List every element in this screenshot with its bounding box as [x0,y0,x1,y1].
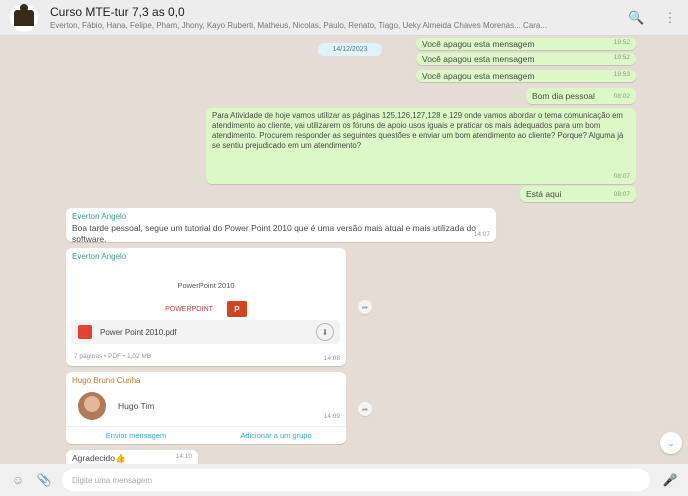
deleted-message[interactable]: Você apagou esta mensagem 19:52 [416,53,636,65]
mic-icon[interactable]: 🎤 [662,473,678,487]
message-text: Para Atividade de hoje vamos utilizar as… [212,111,624,150]
forward-icon[interactable]: ➦ [358,402,372,416]
message-time: 08:07 [613,191,630,198]
esta-aqui-message[interactable]: Está aqui 08:07 [520,186,636,202]
activity-message[interactable]: Para Atividade de hoje vamos utilizar as… [206,108,636,184]
message-time: 14:10 [175,453,192,460]
deleted-message[interactable]: Você apagou esta mensagem 19:52 [416,38,636,50]
document-preview: POWERPOINT P [72,301,340,317]
deleted-message[interactable]: Você apagou esta mensagem 19:53 [416,70,636,82]
bom-dia-message[interactable]: Bom dia pessoal 08:02 [526,88,636,104]
forward-icon[interactable]: ➦ [358,300,372,314]
search-icon[interactable]: 🔍 [628,10,644,26]
contact-avatar [78,392,106,420]
pdf-file-icon [78,325,92,339]
message-text: Você apagou esta mensagem [422,71,535,81]
attach-icon[interactable]: 📎 [36,473,52,487]
file-row[interactable]: Power Point 2010.pdf ⬇ [72,320,340,344]
message-text: Você apagou esta mensagem [422,54,535,64]
message-time: 08:02 [613,93,630,100]
sender-name: Hugo Bruno Cunha [72,376,141,385]
last-incoming-message[interactable]: Agradecido👍 14:10 [66,450,198,464]
add-to-group-button[interactable]: Adicionar a um grupo [206,427,346,444]
message-composer: ☺ 📎 🎤 [0,464,688,496]
message-text: Agradecido👍 [72,453,126,463]
message-time: 19:52 [613,54,630,61]
message-time: 14:09 [323,413,340,420]
message-text: Está aqui [526,189,562,199]
sender-name: Everton Angelo [72,252,127,261]
contact-actions: Enviar mensagem Adicionar a um grupo [66,426,346,444]
message-time: 19:52 [613,39,630,46]
chat-header[interactable]: Curso MTE-tur 7,3 as 0,0 Everton, Fábio,… [0,0,688,36]
message-input[interactable] [62,469,650,491]
contact-message[interactable]: Hugo Bruno Cunha Hugo Tim 14:09 Enviar m… [66,372,346,444]
chat-area[interactable]: 14/12/2023 Você apagou esta mensagem 19:… [0,36,688,464]
message-time: 08:07 [613,173,630,180]
contact-name: Hugo Tim [118,400,155,411]
contact-card[interactable]: Hugo Tim [72,392,340,420]
scroll-down-button[interactable]: ⌄ [660,432,682,454]
date-badge: 14/12/2023 [318,43,382,56]
group-title: Curso MTE-tur 7,3 as 0,0 [50,5,185,19]
menu-icon[interactable]: ⋮ [662,10,678,26]
file-meta: 7 páginas • PDF • 1,02 MB [74,353,152,360]
download-icon[interactable]: ⬇ [316,323,334,341]
sender-name: Everton Angelo [72,212,127,221]
group-avatar[interactable] [10,3,38,32]
emoji-icon[interactable]: ☺ [10,473,26,487]
header-text[interactable]: Curso MTE-tur 7,3 as 0,0 Everton, Fábio,… [50,5,610,30]
group-icon [14,3,34,26]
group-members: Everton, Fábio, Hana, Felipe, Pham, Jhon… [50,21,547,30]
message-text: Bom dia pessoal [532,91,595,101]
send-message-button[interactable]: Enviar mensagem [66,427,206,444]
powerpoint-label: POWERPOINT [165,305,213,313]
powerpoint-icon: P [226,301,247,317]
message-text: Você apagou esta mensagem [422,39,535,49]
incoming-message[interactable]: Everton Angelo Boa tarde pessoal, segue … [66,208,496,244]
document-message[interactable]: Everton Angelo PowerPoint 2010 POWERPOIN… [66,248,346,366]
message-time: 19:53 [613,71,630,78]
message-time: 14:08 [323,355,340,362]
message-text: Boa tarde pessoal, segue um tutorial do … [72,223,476,244]
message-time: 14:07 [473,231,490,238]
document-preview-title: PowerPoint 2010 [177,281,235,290]
file-name: Power Point 2010.pdf [100,327,177,337]
